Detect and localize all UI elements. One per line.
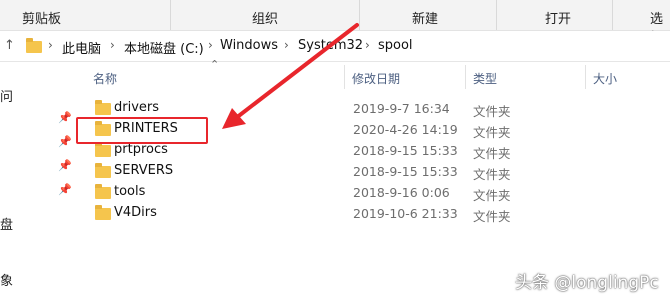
watermark: 头条 @longlingPc xyxy=(515,273,659,293)
annotation-arrow-icon xyxy=(222,23,359,129)
